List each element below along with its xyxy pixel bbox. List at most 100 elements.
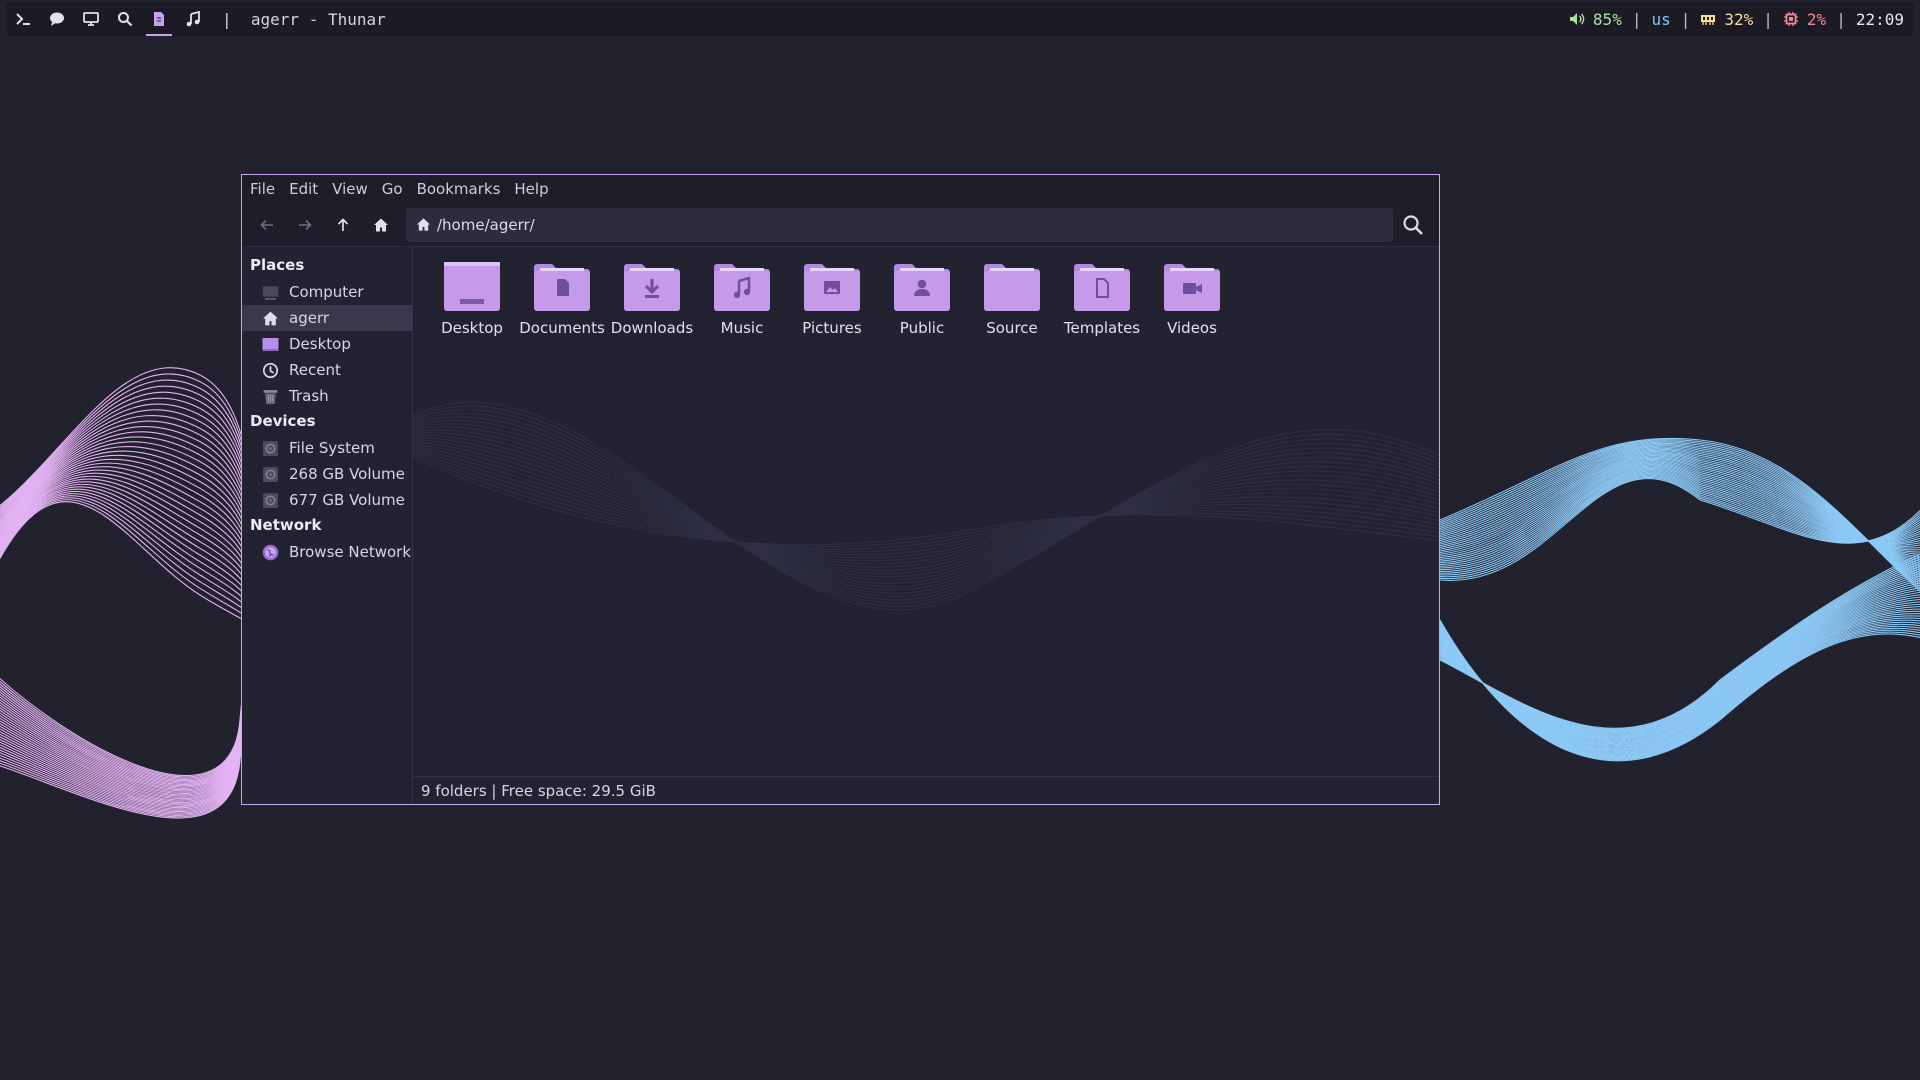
menu-view[interactable]: View — [332, 180, 368, 198]
parent-folder-button[interactable] — [324, 208, 362, 242]
sidebar-item-volume-268[interactable]: 268 GB Volume — [242, 461, 412, 487]
folder-item[interactable]: Music — [697, 259, 787, 337]
sidebar-item-recent[interactable]: Recent — [242, 357, 412, 383]
menu-file[interactable]: File — [250, 180, 275, 198]
menu-help[interactable]: Help — [514, 180, 548, 198]
computer-icon — [262, 284, 279, 301]
status-separator: | — [1763, 9, 1773, 29]
folder-grid: Desktop Documents Downloads Music Pictures Pu… — [413, 247, 1439, 776]
home-button[interactable] — [362, 208, 400, 242]
menu-go[interactable]: Go — [382, 180, 403, 198]
status-bar: 9 folders | Free space: 29.5 GiB — [413, 776, 1439, 804]
forward-button[interactable] — [286, 208, 324, 242]
search-button[interactable] — [1393, 208, 1433, 242]
cpu-indicator: 2% — [1783, 10, 1826, 29]
folder-item[interactable]: Videos — [1147, 259, 1237, 337]
folder-item[interactable]: Public — [877, 259, 967, 337]
folder-item[interactable]: Pictures — [787, 259, 877, 337]
file-manager-window: File Edit View Go Bookmarks Help /home/a… — [241, 174, 1440, 805]
sidebar-item-home[interactable]: agerr — [242, 305, 412, 331]
sidebar-item-label: File System — [289, 439, 375, 457]
folder-label: Templates — [1063, 319, 1141, 337]
folder-item[interactable]: Source — [967, 259, 1057, 337]
videos-folder-icon — [1164, 264, 1220, 311]
arrow-up-icon — [337, 217, 349, 231]
folder-label: Music — [720, 319, 764, 337]
terminal-icon[interactable] — [6, 2, 40, 36]
wave-line — [0, 367, 255, 819]
clock[interactable]: 22:09 — [1856, 10, 1904, 29]
location-path[interactable]: /home/agerr/ — [437, 216, 535, 234]
folder-item[interactable]: Documents — [517, 259, 607, 337]
folder-item[interactable]: Downloads — [607, 259, 697, 337]
sidebar-item-computer[interactable]: Computer — [242, 279, 412, 305]
top-panel: | agerr - Thunar 85% | us | 32% | 2% | 2… — [6, 2, 1914, 36]
folder-label: Desktop — [441, 319, 503, 337]
volume-indicator[interactable]: 85% — [1569, 10, 1622, 29]
window-body: Places Computer agerr Desktop Recent Tra… — [242, 247, 1439, 804]
templates-folder-icon — [1074, 264, 1130, 311]
sidebar-item-label: 677 GB Volume — [289, 491, 405, 509]
folder-label: Pictures — [802, 319, 862, 337]
wave-line — [0, 491, 255, 783]
chat-icon[interactable] — [40, 2, 74, 36]
sidebar-item-label: Computer — [289, 283, 364, 301]
menu-bookmarks[interactable]: Bookmarks — [417, 180, 501, 198]
sidebar-section-places: Places — [250, 256, 305, 274]
monitor-icon[interactable] — [74, 2, 108, 36]
keyboard-layout[interactable]: us — [1651, 10, 1670, 29]
location-bar[interactable]: /home/agerr/ — [406, 207, 1393, 242]
documents-folder-icon — [534, 264, 590, 311]
volume-icon — [1569, 13, 1585, 25]
status-separator: | — [1631, 9, 1642, 29]
status-area: 85% | us | 32% | 2% | 22:09 — [1569, 10, 1914, 29]
back-button[interactable] — [248, 208, 286, 242]
status-separator: | — [1680, 9, 1691, 29]
toolbar: /home/agerr/ — [242, 203, 1439, 247]
menu-edit[interactable]: Edit — [289, 180, 318, 198]
workspace-switcher — [6, 2, 210, 36]
sidebar-item-volume-677[interactable]: 677 GB Volume — [242, 487, 412, 513]
search-icon[interactable] — [108, 2, 142, 36]
menu-bar: File Edit View Go Bookmarks Help — [242, 175, 1439, 203]
folder-item[interactable]: Desktop — [427, 259, 517, 337]
music-icon[interactable] — [176, 2, 210, 36]
folder-label: Source — [986, 319, 1038, 337]
status-separator: | — [1836, 9, 1846, 29]
sidebar: Places Computer agerr Desktop Recent Tra… — [242, 247, 413, 804]
folder-item[interactable]: Templates — [1057, 259, 1147, 337]
drive-icon — [262, 492, 279, 509]
sidebar-item-label: Recent — [289, 361, 341, 379]
folder-label: Videos — [1167, 319, 1217, 337]
drive-icon — [262, 440, 279, 457]
folder-label: Public — [899, 319, 945, 337]
active-window-title: | agerr - Thunar — [222, 9, 386, 29]
folder-icon — [984, 264, 1040, 311]
cpu-value: 2% — [1806, 9, 1827, 29]
folder-label: Documents — [519, 319, 605, 337]
sidebar-item-desktop[interactable]: Desktop — [242, 331, 412, 357]
folder-label: Downloads — [610, 319, 694, 337]
home-icon — [374, 218, 388, 231]
network-icon — [262, 544, 279, 561]
sidebar-item-label: Browse Network — [289, 543, 412, 561]
clock-icon — [262, 362, 279, 379]
desktop-icon — [262, 336, 279, 353]
drive-icon — [262, 466, 279, 483]
trash-icon — [262, 388, 279, 405]
memory-indicator: 32% — [1700, 10, 1753, 29]
file-icon[interactable] — [142, 2, 176, 36]
sidebar-item-label: agerr — [289, 309, 330, 327]
pictures-folder-icon — [804, 264, 860, 311]
memory-value: 32% — [1724, 9, 1754, 29]
public-folder-icon — [894, 264, 950, 311]
sidebar-item-trash[interactable]: Trash — [242, 383, 412, 409]
arrow-right-icon — [299, 219, 312, 230]
desktop-folder-icon — [444, 262, 500, 311]
sidebar-item-label: 268 GB Volume — [289, 465, 405, 483]
home-icon — [262, 310, 279, 327]
sidebar-item-browse-network[interactable]: Browse Network — [242, 539, 412, 565]
search-icon — [1403, 214, 1423, 235]
sidebar-section-network: Network — [250, 516, 322, 534]
sidebar-item-file-system[interactable]: File System — [242, 435, 412, 461]
